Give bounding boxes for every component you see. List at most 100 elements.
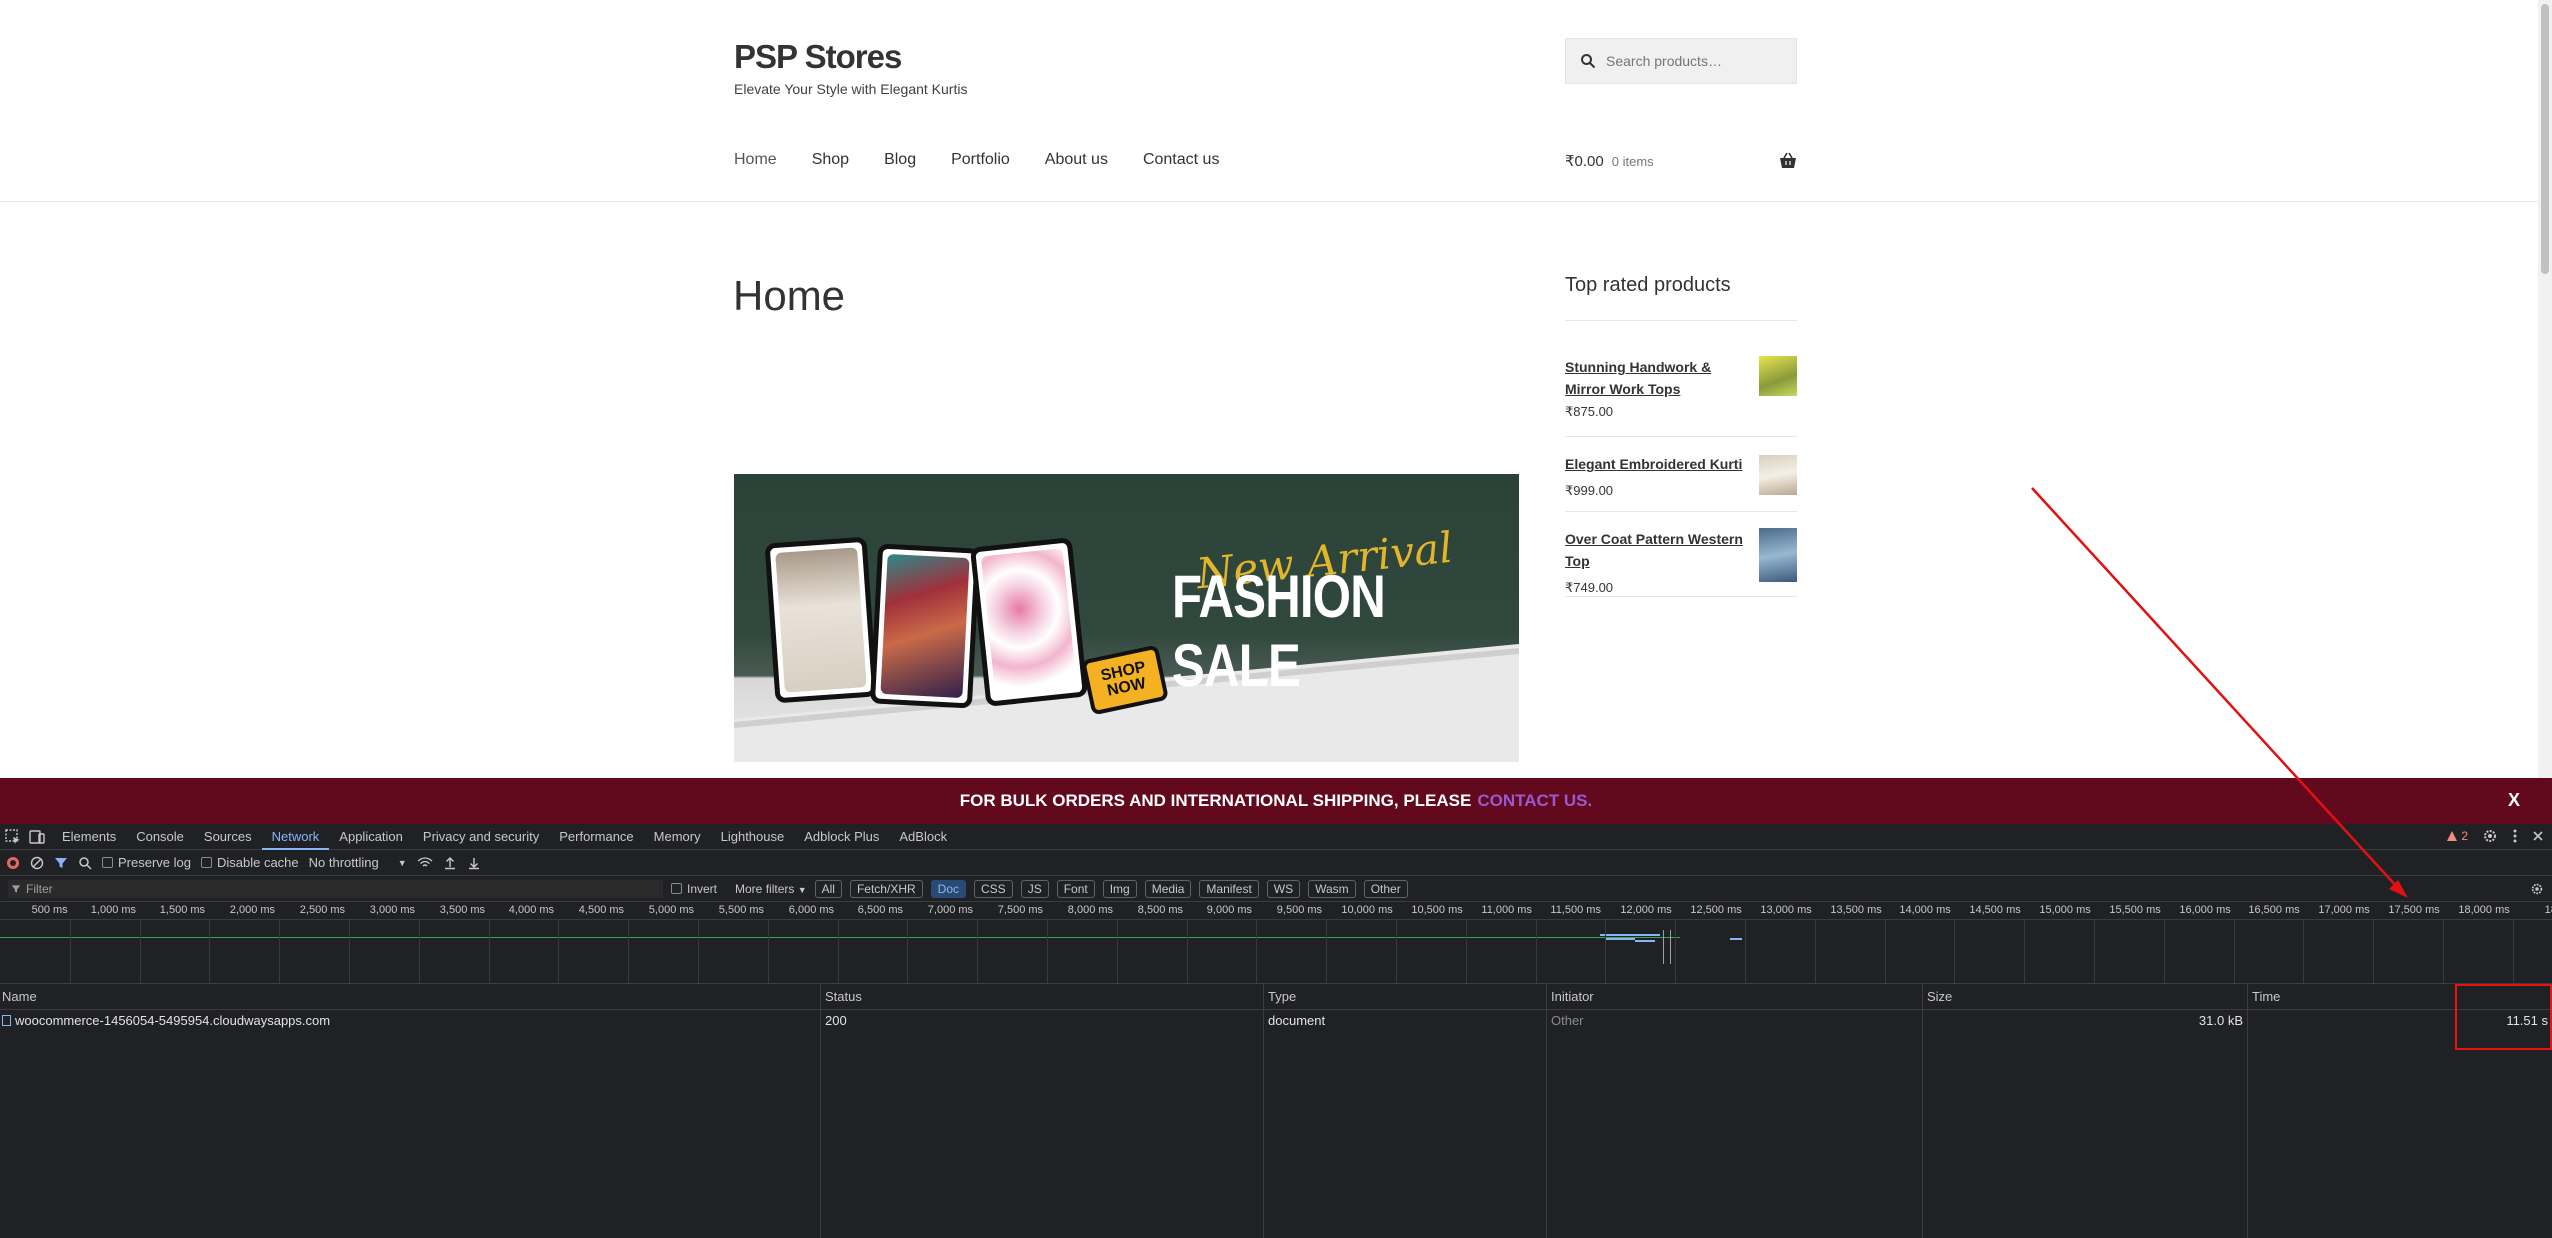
tab-adblock[interactable]: AdBlock xyxy=(889,824,957,850)
filter-type-js[interactable]: JS xyxy=(1020,879,1049,898)
timeline-tick-label: 16,000 ms xyxy=(2179,904,2231,916)
disable-cache-checkbox[interactable]: Disable cache xyxy=(200,855,299,870)
warning-icon xyxy=(2447,831,2458,841)
timeline-tick-label: 9,500 ms xyxy=(1276,904,1323,916)
product-thumbnail[interactable] xyxy=(1759,356,1797,396)
filter-input[interactable]: Filter xyxy=(8,879,663,898)
page-title: Home xyxy=(733,272,846,319)
tab-performance[interactable]: Performance xyxy=(549,824,643,850)
tab-elements[interactable]: Elements xyxy=(52,824,126,850)
nav-item-home[interactable]: Home xyxy=(734,151,777,169)
tab-memory[interactable]: Memory xyxy=(644,824,711,850)
filter-funnel-icon[interactable] xyxy=(54,856,68,870)
invert-checkbox[interactable]: Invert xyxy=(671,882,717,896)
scrollbar-thumb[interactable] xyxy=(2541,4,2549,274)
filter-type-img[interactable]: Img xyxy=(1102,879,1137,898)
network-settings-gear-icon[interactable] xyxy=(2530,882,2544,896)
export-har-icon[interactable] xyxy=(467,856,481,870)
document-icon xyxy=(2,1015,11,1026)
checkbox-box[interactable] xyxy=(200,857,212,868)
primary-nav: Home Shop Blog Portfolio About us Contac… xyxy=(734,151,1254,169)
timeline-grid-line xyxy=(70,920,71,984)
tab-privacy-security[interactable]: Privacy and security xyxy=(413,824,549,850)
notice-close-button[interactable]: X xyxy=(2508,790,2520,811)
product-item[interactable]: Elegant Embroidered Kurti ₹999.00 xyxy=(1565,453,1797,499)
clear-icon[interactable] xyxy=(30,856,44,870)
tab-adblock-plus[interactable]: Adblock Plus xyxy=(794,824,889,850)
device-toolbar-icon[interactable] xyxy=(28,828,46,846)
nav-item-portfolio[interactable]: Portfolio xyxy=(951,151,1010,169)
network-overview-timeline[interactable]: 500 ms 1,000 ms 1,500 ms 2,000 ms 2,500 ms 3,… xyxy=(0,902,2552,984)
checkbox-box[interactable] xyxy=(671,883,682,894)
checkbox-box[interactable] xyxy=(102,857,113,868)
tab-network[interactable]: Network xyxy=(261,824,330,850)
disable-cache-label: Disable cache xyxy=(216,855,299,870)
product-thumbnail[interactable] xyxy=(1759,528,1797,582)
column-header-time[interactable]: Time xyxy=(2250,984,2280,1010)
warnings-counter[interactable]: 2 xyxy=(2446,829,2468,843)
more-filters-label: More filters xyxy=(735,881,795,896)
column-header-name[interactable]: Name xyxy=(0,984,37,1010)
network-toolbar: Preserve log Disable cache No throttling… xyxy=(0,850,2552,876)
more-options-icon[interactable] xyxy=(2512,828,2518,844)
timeline-grid-line xyxy=(279,920,280,984)
filter-type-other[interactable]: Other xyxy=(1363,879,1408,898)
filter-type-css[interactable]: CSS xyxy=(974,879,1013,898)
nav-item-blog[interactable]: Blog xyxy=(884,151,916,169)
site-title[interactable]: PSP Stores xyxy=(734,38,902,76)
notice-contact-link[interactable]: CONTACT US. xyxy=(1477,791,1592,811)
timeline-grid-line xyxy=(907,920,908,984)
tab-console[interactable]: Console xyxy=(126,824,194,850)
record-stop-icon[interactable] xyxy=(6,856,20,870)
warnings-count: 2 xyxy=(2461,829,2468,843)
product-item[interactable]: Stunning Handwork & Mirror Work Tops ₹87… xyxy=(1565,356,1797,420)
tab-application[interactable]: Application xyxy=(329,824,413,850)
more-filters-dropdown[interactable]: More filters ▼ xyxy=(735,882,807,896)
inspect-element-icon[interactable] xyxy=(4,828,22,846)
filter-type-manifest[interactable]: Manifest xyxy=(1199,879,1259,898)
fashion-sale-banner[interactable]: New Arrival FASHION SALE SHOP NOW xyxy=(734,474,1519,762)
nav-item-shop[interactable]: Shop xyxy=(812,151,849,169)
sidebar-divider xyxy=(1565,320,1797,321)
filter-type-ws[interactable]: WS xyxy=(1266,879,1301,898)
product-name[interactable]: Over Coat Pattern Western Top xyxy=(1565,528,1765,572)
timeline-tick-label: 7,000 ms xyxy=(927,904,974,916)
column-header-type[interactable]: Type xyxy=(1266,984,1296,1010)
filter-type-all[interactable]: All xyxy=(814,879,842,898)
column-header-initiator[interactable]: Initiator xyxy=(1549,984,1594,1010)
search-box[interactable] xyxy=(1565,38,1797,84)
filter-type-media[interactable]: Media xyxy=(1144,879,1192,898)
devtools-tab-bar: Elements Console Sources Network Applica… xyxy=(0,824,2552,850)
throttling-select[interactable]: No throttling ▼ xyxy=(309,855,407,870)
cart-summary[interactable]: ₹0.00 0 items xyxy=(1565,152,1797,170)
row-name-cell[interactable]: woocommerce-1456054-5495954.cloudwaysapp… xyxy=(0,1010,330,1032)
timeline-tick-label: 12,500 ms xyxy=(1690,904,1742,916)
filter-type-fetch-xhr[interactable]: Fetch/XHR xyxy=(849,879,923,898)
product-name[interactable]: Elegant Embroidered Kurti xyxy=(1565,453,1745,475)
product-thumbnail[interactable] xyxy=(1759,455,1797,495)
close-devtools-icon[interactable] xyxy=(2532,830,2544,842)
timeline-grid-line xyxy=(349,920,350,984)
import-har-icon[interactable] xyxy=(443,856,457,870)
page-scrollbar[interactable] xyxy=(2538,0,2552,778)
banner-headline: FASHION SALE xyxy=(1172,563,1386,699)
timeline-tick-label: 16,500 ms xyxy=(2248,904,2300,916)
preserve-log-checkbox[interactable]: Preserve log xyxy=(102,855,191,870)
tab-lighthouse[interactable]: Lighthouse xyxy=(711,824,795,850)
filter-type-font[interactable]: Font xyxy=(1056,879,1095,898)
table-row[interactable]: woocommerce-1456054-5495954.cloudwaysapp… xyxy=(0,1010,2552,1032)
product-item[interactable]: Over Coat Pattern Western Top ₹749.00 xyxy=(1565,528,1797,596)
filter-type-doc[interactable]: Doc xyxy=(930,879,966,898)
filter-type-wasm[interactable]: Wasm xyxy=(1308,879,1356,898)
search-icon[interactable] xyxy=(78,856,92,870)
column-header-status[interactable]: Status xyxy=(823,984,862,1010)
product-name[interactable]: Stunning Handwork & Mirror Work Tops xyxy=(1565,356,1745,400)
search-input[interactable] xyxy=(1606,53,1786,69)
nav-item-about-us[interactable]: About us xyxy=(1045,151,1108,169)
timeline-grid-line xyxy=(209,920,210,984)
nav-item-contact-us[interactable]: Contact us xyxy=(1143,151,1219,169)
tab-sources[interactable]: Sources xyxy=(194,824,262,850)
settings-gear-icon[interactable] xyxy=(2482,828,2498,844)
column-header-size[interactable]: Size xyxy=(1925,984,1952,1010)
network-conditions-icon[interactable] xyxy=(417,856,433,870)
